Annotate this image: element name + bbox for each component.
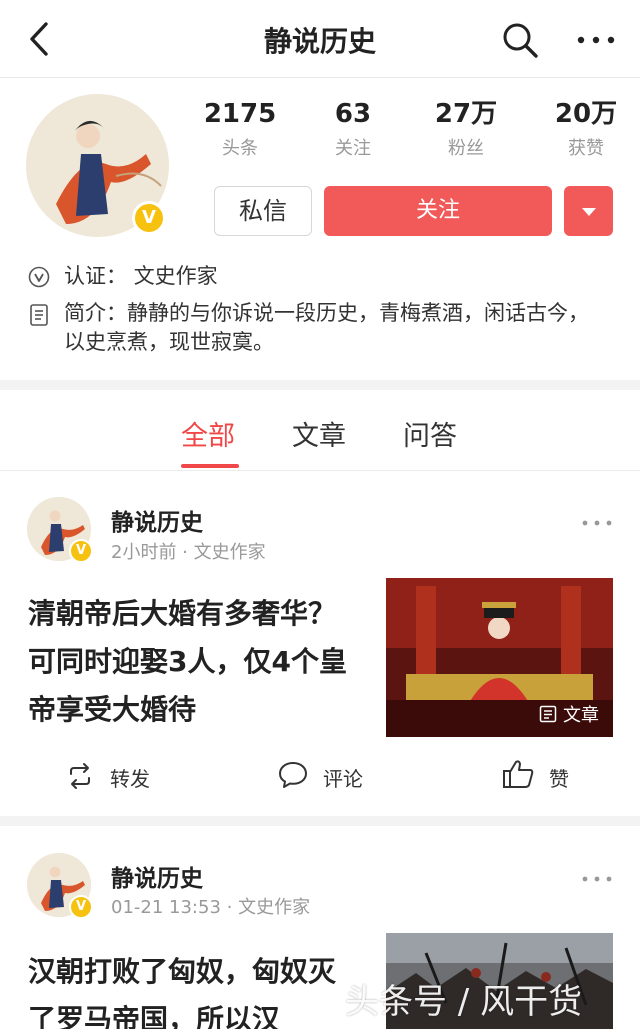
post-meta: 01-21 13:53 · 文史作家 <box>111 897 311 918</box>
more-icon[interactable] <box>574 22 618 58</box>
card-divider <box>0 816 640 826</box>
stat-following[interactable]: 63 关注 <box>303 98 403 160</box>
author-name[interactable]: 静说历史 <box>111 859 203 893</box>
article-icon <box>540 705 557 723</box>
bio-row: 简介：静静的与你诉说一段历史，青梅煮酒，闲话古今，以史烹煮，现世寂寞。 <box>28 299 608 357</box>
verify-label: 认证： <box>64 264 127 288</box>
search-icon[interactable] <box>500 20 540 60</box>
like-button[interactable]: 赞 <box>549 763 569 792</box>
watermark: 头条号 / 风干货 <box>345 982 583 1022</box>
author-name[interactable]: 静说历史 <box>111 503 203 537</box>
stat-label: 关注 <box>335 138 371 159</box>
stat-label: 头条 <box>222 138 258 159</box>
page-title: 静说历史 <box>263 25 376 58</box>
verified-circle-icon <box>28 266 50 296</box>
section-divider <box>0 380 640 390</box>
comment-button[interactable]: 评论 <box>323 763 363 792</box>
like-icon[interactable] <box>502 758 536 794</box>
repost-button[interactable]: 转发 <box>110 763 150 792</box>
tab-all[interactable]: 全部 <box>181 414 235 453</box>
stat-value: 2175 <box>203 99 277 129</box>
follow-dropdown-button[interactable] <box>564 186 613 236</box>
post-meta: 2小时前 · 文史作家 <box>111 542 266 563</box>
document-icon <box>28 303 50 335</box>
bio-text: 静静的与你诉说一段历史，青梅煮酒，闲话古今，以史烹煮，现世寂寞。 <box>64 301 589 354</box>
tabs-divider <box>0 470 640 471</box>
post-headline[interactable]: 清朝帝后大婚有多奢华？可同时迎娶3人，仅4个皇帝享受大婚待 <box>28 590 358 734</box>
post-headline[interactable]: 汉朝打败了匈奴，匈奴灭了罗马帝国，所以汉 <box>28 948 358 1029</box>
verified-badge-icon: V <box>69 895 93 919</box>
more-options-icon[interactable] <box>580 513 614 526</box>
stat-value: 63 <box>334 99 372 129</box>
more-options-icon[interactable] <box>580 869 614 882</box>
top-nav-bar: 静说历史 <box>0 0 640 78</box>
comment-icon[interactable] <box>277 760 309 794</box>
stat-posts[interactable]: 2175 头条 <box>190 98 290 160</box>
article-tag: 文章 <box>539 701 599 727</box>
message-button[interactable]: 私信 <box>214 186 312 236</box>
verification-row: 认证： 文史作家 <box>28 262 608 291</box>
stat-followers[interactable]: 27万 粉丝 <box>416 98 516 160</box>
follow-button[interactable]: 关注 <box>324 186 552 236</box>
stat-label: 获赞 <box>568 138 604 159</box>
post-thumbnail[interactable]: 文章 <box>386 578 613 737</box>
stat-likes[interactable]: 20万 获赞 <box>536 98 636 160</box>
stat-value: 27万 <box>434 99 498 129</box>
tab-articles[interactable]: 文章 <box>292 414 346 453</box>
repost-icon[interactable] <box>66 762 94 794</box>
verified-badge-icon: V <box>132 201 166 235</box>
bio-label: 简介： <box>64 301 127 325</box>
stat-value: 20万 <box>554 99 618 129</box>
article-tag-label: 文章 <box>563 705 599 726</box>
verify-value: 文史作家 <box>133 264 218 288</box>
verified-badge-icon: V <box>69 539 93 563</box>
tab-qa[interactable]: 问答 <box>403 414 457 453</box>
stat-label: 粉丝 <box>448 138 484 159</box>
active-tab-indicator <box>181 464 239 468</box>
